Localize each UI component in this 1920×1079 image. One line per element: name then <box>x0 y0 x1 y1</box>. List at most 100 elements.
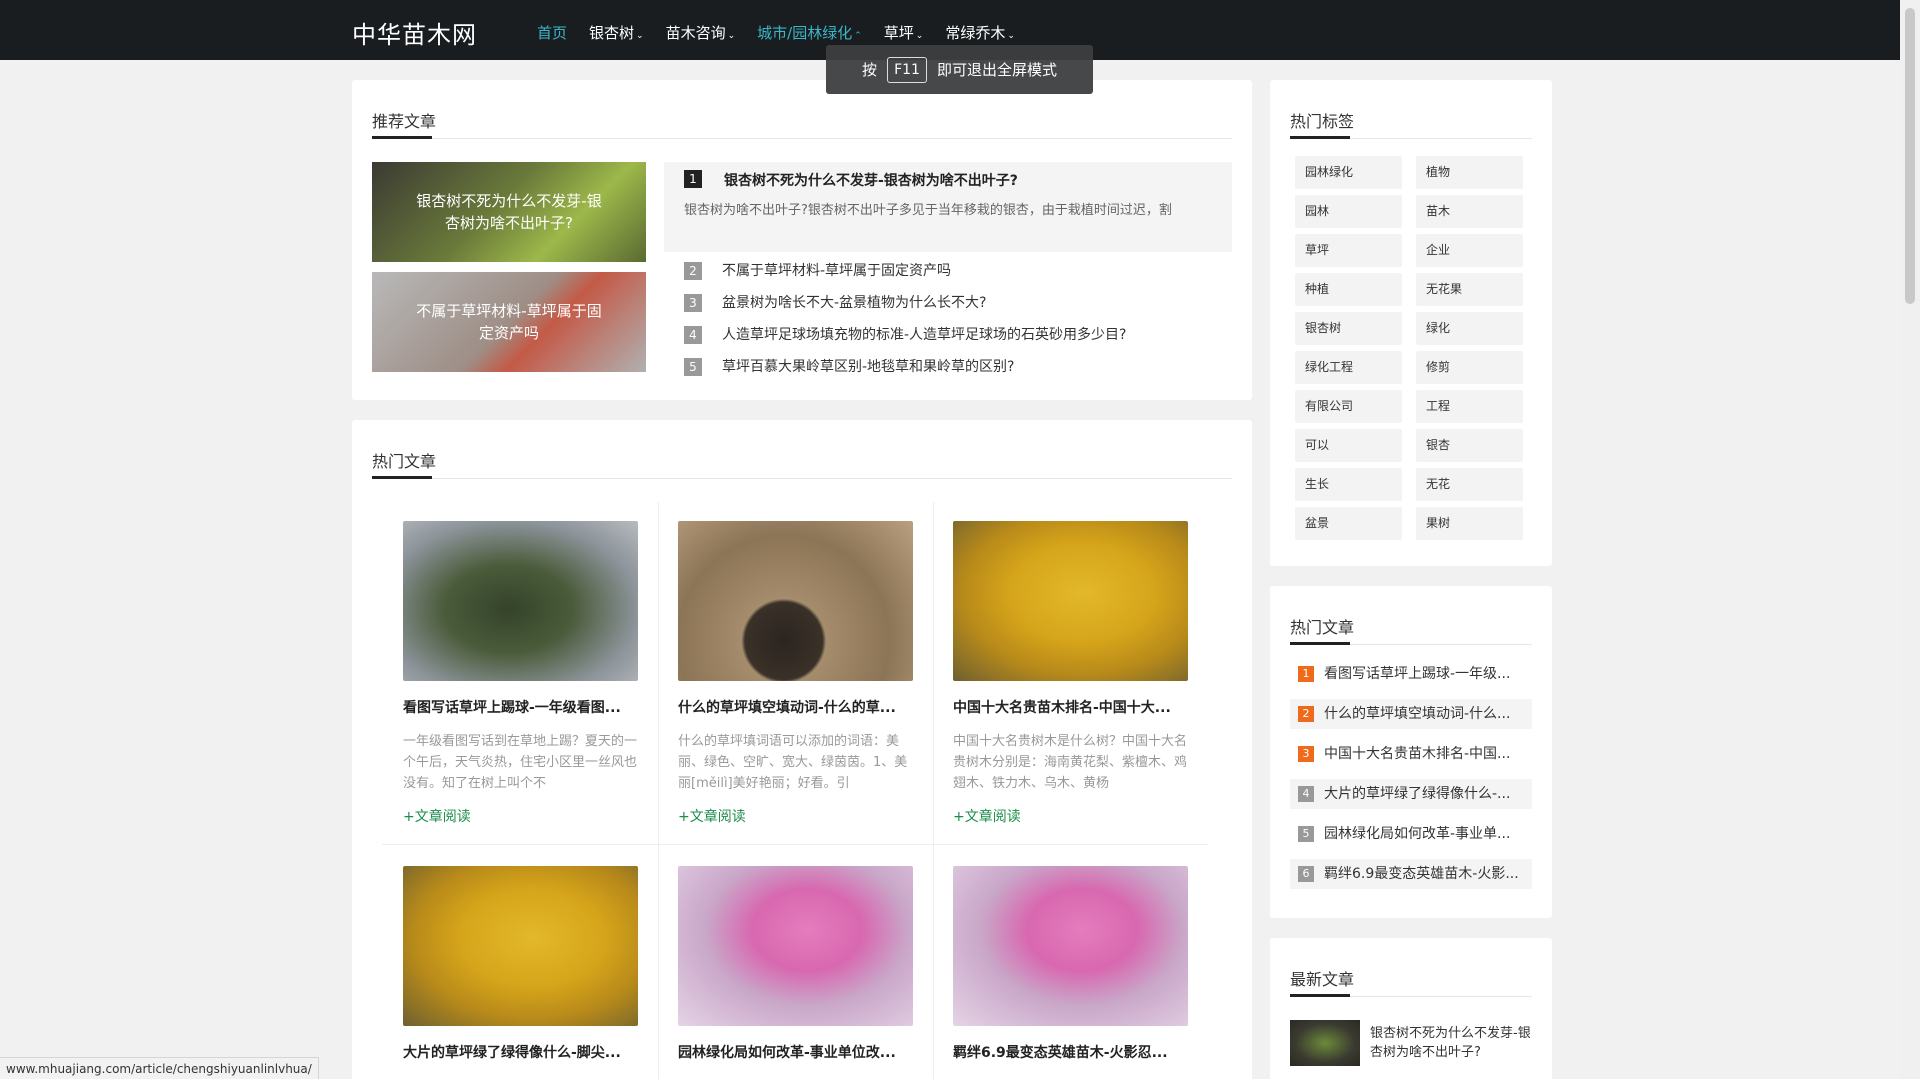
chevron-down-icon: ⌄ <box>1007 31 1015 41</box>
fullscreen-toast: 按 F11 即可退出全屏模式 <box>826 45 1093 94</box>
tag-chip[interactable]: 绿化 <box>1416 312 1523 345</box>
divider <box>658 502 659 1079</box>
hot-articles-panel: 热门文章 看图写话草坪上踢球-一年级看图... 一年级看图写话到在草地上踢？夏天… <box>352 420 1252 1079</box>
tag-chip[interactable]: 绿化工程 <box>1295 351 1402 384</box>
post-thumbnail[interactable] <box>953 521 1188 681</box>
side-article-link[interactable]: 6 羁绊6.9最变态英雄苗木-火影... <box>1290 859 1532 889</box>
side-article-link[interactable]: 2 什么的草坪填空填动词-什么... <box>1290 699 1532 729</box>
rank-badge: 5 <box>1298 826 1314 842</box>
nav-seedling-consult[interactable]: 苗木咨询 ⌄ <box>666 0 736 60</box>
rank-badge: 3 <box>684 294 702 312</box>
tag-chip[interactable]: 种植 <box>1295 273 1402 306</box>
featured-caption: 不属于草坪材料-草坪属于固定资产吗 <box>416 302 602 342</box>
post-thumbnail[interactable] <box>678 521 913 681</box>
latest-articles-panel: 最新文章 银杏树不死为什么不发芽-银杏树为啥不出叶子? <box>1270 938 1552 1079</box>
post-thumbnail[interactable] <box>678 866 913 1026</box>
article-excerpt: 银杏树为啥不出叶子?银杏树不出叶子多见于当年移栽的银杏，由于栽植时间过迟，割 <box>684 203 1172 218</box>
tag-chip[interactable]: 有限公司 <box>1295 390 1402 423</box>
post-title[interactable]: 看图写话草坪上踢球-一年级看图... <box>403 697 638 717</box>
post-excerpt: 一年级看图写话到在草地上踢？夏天的一个午后，天气炎热，住宅小区里一丝风也没有。知… <box>403 734 638 791</box>
rank-badge: 5 <box>684 358 702 376</box>
featured-caption: 银杏树不死为什么不发芽-银杏树为啥不出叶子? <box>416 192 602 232</box>
chevron-down-icon: ⌄ <box>636 31 644 41</box>
article-link[interactable]: 4 人造草坪足球场填充物的标准-人造草坪足球场的石英砂用多少目? <box>684 324 1126 344</box>
rank-badge: 3 <box>1298 746 1314 762</box>
featured-image[interactable]: 银杏树不死为什么不发芽-银杏树为啥不出叶子? <box>372 162 646 262</box>
post-title[interactable]: 中国十大名贵苗木排名-中国十大... <box>953 697 1188 717</box>
top-article[interactable]: 1 银杏树不死为什么不发芽-银杏树为啥不出叶子? 银杏树为啥不出叶子?银杏树不出… <box>664 162 1232 252</box>
article-link[interactable]: 5 草坪百慕大果岭草区别-地毯草和果岭草的区别? <box>684 356 1014 376</box>
post-thumbnail[interactable] <box>953 866 1188 1026</box>
post-title[interactable]: 大片的草坪绿了绿得像什么-脚尖... <box>403 1042 638 1062</box>
divider <box>372 478 1232 479</box>
tag-chip[interactable]: 植物 <box>1416 156 1523 189</box>
title-underline <box>372 136 432 139</box>
rank-badge: 1 <box>1298 666 1314 682</box>
section-title: 最新文章 <box>1290 970 1355 989</box>
tag-chip[interactable]: 苗木 <box>1416 195 1523 228</box>
divider <box>933 502 934 1079</box>
section-title: 热门标签 <box>1290 112 1355 131</box>
status-url: www.mhuajiang.com/article/chengshiyuanli… <box>0 1057 319 1079</box>
side-article-link[interactable]: 4 大片的草坪绿了绿得像什么-... <box>1290 779 1532 809</box>
post-thumbnail[interactable] <box>403 521 638 681</box>
rank-badge: 4 <box>1298 786 1314 802</box>
read-more-link[interactable]: +文章阅读 <box>403 806 638 826</box>
tag-chip[interactable]: 草坪 <box>1295 234 1402 267</box>
post-card[interactable]: 什么的草坪填空填动词-什么的草... 什么的草坪填词语可以添加的词语：美丽、绿色… <box>678 521 913 826</box>
side-article-link[interactable]: 5 园林绿化局如何改革-事业单... <box>1290 819 1532 849</box>
title-underline <box>1290 994 1350 997</box>
tag-chip[interactable]: 生长 <box>1295 468 1402 501</box>
tag-chip[interactable]: 园林绿化 <box>1295 156 1402 189</box>
post-title[interactable]: 羁绊6.9最变态英雄苗木-火影忍... <box>953 1042 1188 1062</box>
tag-chip[interactable]: 无花果 <box>1416 273 1523 306</box>
tag-chip[interactable]: 修剪 <box>1416 351 1523 384</box>
post-title[interactable]: 园林绿化局如何改革-事业单位改... <box>678 1042 913 1062</box>
tag-chip[interactable]: 盆景 <box>1295 507 1402 540</box>
post-thumbnail[interactable] <box>403 866 638 1026</box>
article-title[interactable]: 银杏树不死为什么不发芽-银杏树为啥不出叶子? <box>724 170 1018 190</box>
page-scrollbar[interactable] <box>1900 0 1920 1079</box>
post-card[interactable]: 大片的草坪绿了绿得像什么-脚尖... <box>403 866 638 1062</box>
post-excerpt: 什么的草坪填词语可以添加的词语：美丽、绿色、空旷、宽大、绿茵茵。1、美丽[měi… <box>678 734 908 791</box>
tag-chip[interactable]: 果树 <box>1416 507 1523 540</box>
recommended-panel: 推荐文章 银杏树不死为什么不发芽-银杏树为啥不出叶子? 不属于草坪材料-草坪属于… <box>352 80 1252 400</box>
nav-ginkgo[interactable]: 银杏树 ⌄ <box>589 0 644 60</box>
article-link[interactable]: 3 盆景树为啥长不大-盆景植物为什么长不大? <box>684 292 986 312</box>
scrollbar-thumb[interactable] <box>1905 8 1915 304</box>
latest-thumbnail[interactable] <box>1290 1020 1360 1066</box>
nav-home[interactable]: 首页 <box>537 0 567 60</box>
tag-chip[interactable]: 工程 <box>1416 390 1523 423</box>
divider <box>382 844 1208 845</box>
latest-article-link[interactable]: 银杏树不死为什么不发芽-银杏树为啥不出叶子? <box>1370 1024 1540 1062</box>
site-logo[interactable]: 中华苗木网 <box>352 15 477 50</box>
read-more-link[interactable]: +文章阅读 <box>678 806 913 826</box>
post-card[interactable]: 看图写话草坪上踢球-一年级看图... 一年级看图写话到在草地上踢？夏天的一个午后… <box>403 521 638 826</box>
tag-chip[interactable]: 企业 <box>1416 234 1523 267</box>
featured-image[interactable]: 不属于草坪材料-草坪属于固定资产吗 <box>372 272 646 372</box>
tag-chip[interactable]: 园林 <box>1295 195 1402 228</box>
title-underline <box>1290 136 1350 139</box>
divider <box>372 138 1232 139</box>
hot-tags-panel: 热门标签 园林绿化 植物 园林 苗木 草坪 企业 种植 无花果 银杏树 绿化 绿… <box>1270 80 1552 566</box>
tag-chip[interactable]: 可以 <box>1295 429 1402 462</box>
rank-badge: 2 <box>684 262 702 280</box>
side-article-link[interactable]: 3 中国十大名贵苗木排名-中国... <box>1290 739 1532 769</box>
read-more-link[interactable]: +文章阅读 <box>953 806 1188 826</box>
rank-badge: 2 <box>1298 706 1314 722</box>
tag-chip[interactable]: 无花 <box>1416 468 1523 501</box>
side-article-link[interactable]: 1 看图写话草坪上踢球-一年级... <box>1290 659 1532 689</box>
article-link[interactable]: 2 不属于草坪材料-草坪属于固定资产吗 <box>684 260 951 280</box>
post-title[interactable]: 什么的草坪填空填动词-什么的草... <box>678 697 913 717</box>
title-underline <box>372 476 432 479</box>
chevron-up-icon: ⌃ <box>854 31 862 41</box>
post-card[interactable]: 园林绿化局如何改革-事业单位改... <box>678 866 913 1062</box>
side-hot-articles-panel: 热门文章 1 看图写话草坪上踢球-一年级... 2 什么的草坪填空填动词-什么...… <box>1270 586 1552 918</box>
post-card[interactable]: 中国十大名贵苗木排名-中国十大... 中国十大名贵树木是什么树？中国十大名贵树木… <box>953 521 1188 826</box>
post-card[interactable]: 羁绊6.9最变态英雄苗木-火影忍... <box>953 866 1188 1062</box>
tag-chip[interactable]: 银杏树 <box>1295 312 1402 345</box>
tag-chip[interactable]: 银杏 <box>1416 429 1523 462</box>
post-excerpt: 中国十大名贵树木是什么树？中国十大名贵树木分别是：海南黄花梨、紫檀木、鸡翅木、铁… <box>953 734 1188 791</box>
title-underline <box>1290 642 1350 645</box>
rank-badge: 6 <box>1298 866 1314 882</box>
